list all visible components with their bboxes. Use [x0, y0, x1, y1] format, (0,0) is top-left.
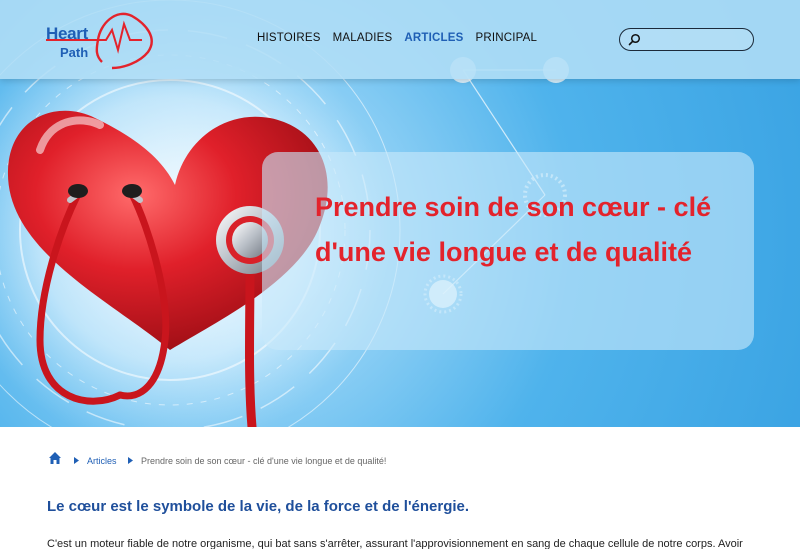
search-input[interactable]	[644, 31, 748, 48]
breadcrumb-current: Prendre soin de son cœur - clé d'une vie…	[141, 456, 387, 466]
search-icon[interactable]	[628, 33, 641, 46]
site-header: Heart Path HISTOIRES MALADIES ARTICLES P…	[0, 0, 800, 79]
nav-maladies[interactable]: MALADIES	[333, 32, 393, 44]
logo-text-path: Path	[60, 45, 89, 60]
breadcrumb-articles[interactable]: Articles	[87, 456, 117, 466]
hero-title-card: Prendre soin de son cœur - clé d'une vie…	[262, 152, 754, 350]
chevron-right-icon	[74, 457, 79, 464]
nav-articles[interactable]: ARTICLES	[404, 32, 463, 44]
article-paragraph: C'est un moteur fiable de notre organism…	[47, 538, 743, 549]
home-icon[interactable]	[48, 451, 62, 465]
main-nav: HISTOIRES MALADIES ARTICLES PRINCIPAL	[257, 32, 537, 44]
chevron-right-icon	[128, 457, 133, 464]
nav-histoires[interactable]: HISTOIRES	[257, 32, 321, 44]
nav-principal[interactable]: PRINCIPAL	[475, 32, 537, 44]
breadcrumb: Articles Prendre soin de son cœur - clé …	[48, 451, 788, 471]
article-heading: Le cœur est le symbole de la vie, de la …	[47, 498, 470, 515]
site-logo[interactable]: Heart Path	[46, 10, 158, 70]
logo-text-heart: Heart	[46, 24, 88, 43]
search-box[interactable]	[619, 28, 754, 51]
hero-title: Prendre soin de son cœur - clé d'une vie…	[315, 192, 712, 267]
